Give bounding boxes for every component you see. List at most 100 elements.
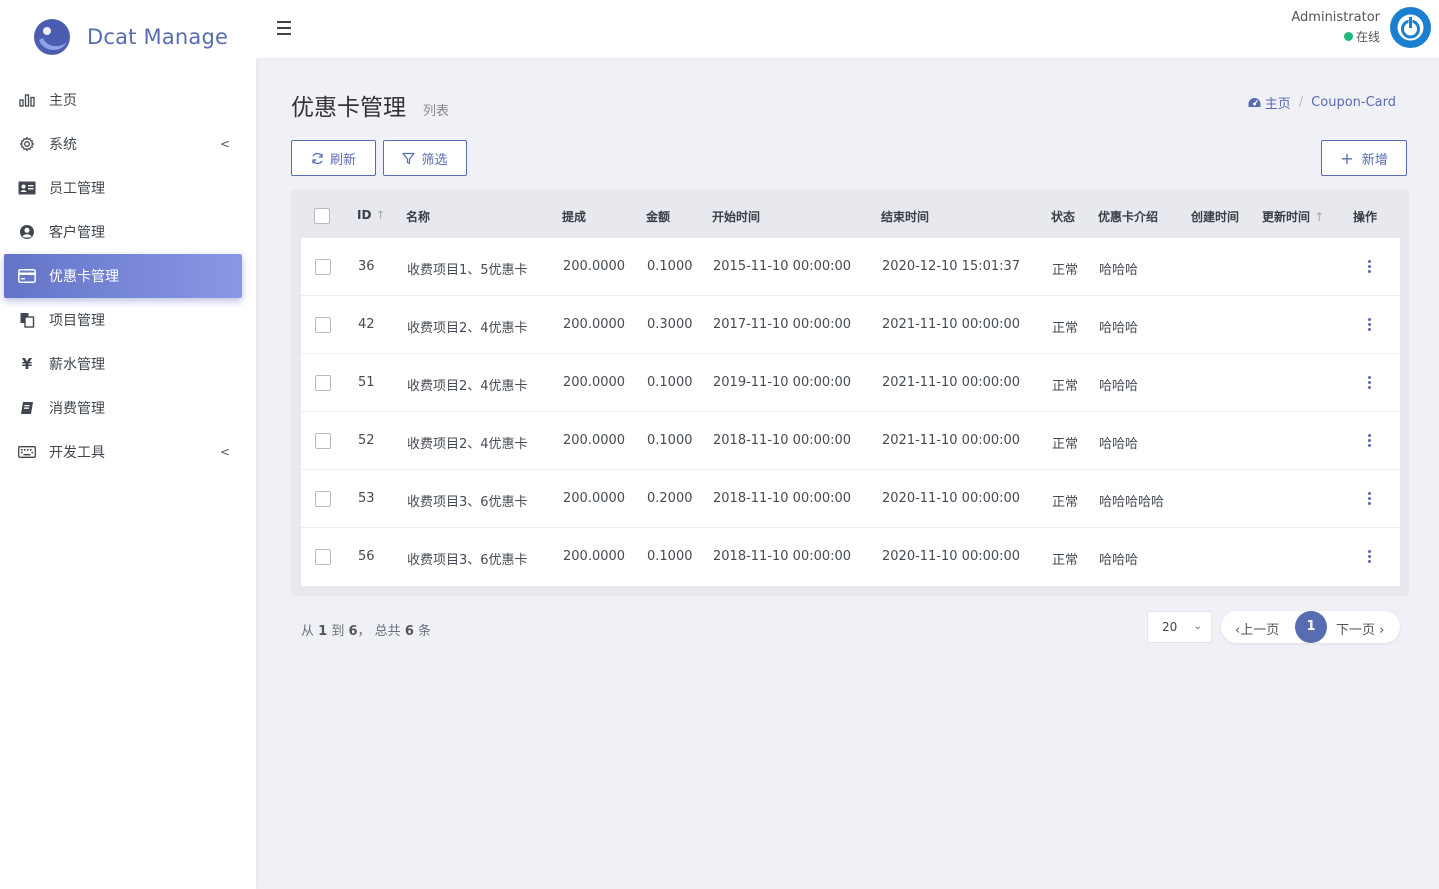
avatar[interactable] (1390, 7, 1431, 48)
table-body: 36 收费项目1、5优惠卡 200.0000 0.1000 2015-11-10 00:… (301, 238, 1400, 586)
select-all-checkbox[interactable] (314, 208, 330, 224)
table-row[interactable]: 56 收费项目3、6优惠卡 200.0000 0.1000 2018-11-10 00:… (301, 528, 1400, 586)
row-actions-icon[interactable] (1368, 260, 1372, 274)
cell-name: 收费项目2、4优惠卡 (407, 437, 528, 452)
user-status: 在线 (1291, 28, 1380, 45)
cell-status: 正常 (1052, 553, 1079, 568)
filter-button[interactable]: 筛选 (383, 140, 467, 176)
refresh-button[interactable]: 刷新 (291, 140, 376, 176)
pagination: ‹上一页 1 下一页 › (1221, 611, 1400, 643)
gear-icon (17, 134, 37, 154)
cell-end: 2021-11-10 00:00:00 (882, 375, 1021, 390)
col-id[interactable]: ID ↑ (357, 208, 386, 222)
table-header: ID ↑ 名称 提成 金额 开始时间 结束时间 状态 优惠卡介绍 创建时间 更新… (291, 190, 1409, 238)
menu-toggle-icon[interactable] (277, 17, 291, 37)
per-page-select[interactable]: 20 ⌄ (1147, 611, 1212, 643)
page-title: 优惠卡管理 (291, 95, 406, 121)
cell-status: 正常 (1052, 379, 1079, 394)
cell-start: 2018-11-10 00:00:00 (713, 491, 852, 506)
page-1-button[interactable]: 1 (1295, 611, 1327, 643)
cell-end: 2020-11-10 00:00:00 (882, 549, 1021, 564)
table-row[interactable]: 51 收费项目2、4优惠卡 200.0000 0.1000 2019-11-10 00:… (301, 354, 1400, 412)
sidebar-item-projects[interactable]: 项目管理 (0, 298, 256, 342)
row-actions-icon[interactable] (1368, 492, 1372, 506)
chevron-left-icon[interactable]: < (220, 445, 230, 459)
sidebar-item-dev-tools[interactable]: 开发工具 < (0, 430, 256, 474)
plus-icon: + (1340, 148, 1354, 168)
col-status: 状态 (1051, 210, 1076, 224)
cell-end: 2020-12-10 15:01:37 (882, 259, 1021, 274)
refresh-button-label: 刷新 (329, 152, 356, 168)
cell-start: 2015-11-10 00:00:00 (713, 259, 852, 274)
row-checkbox[interactable] (315, 317, 331, 333)
sidebar-item-consumption[interactable]: 消费管理 (0, 386, 256, 430)
cell-name: 收费项目1、5优惠卡 (407, 263, 528, 278)
yen-icon: ¥ (21, 355, 33, 373)
cell-commission: 200.0000 (563, 549, 626, 564)
table-row[interactable]: 42 收费项目2、4优惠卡 200.0000 0.3000 2017-11-10 00:… (301, 296, 1400, 354)
row-checkbox[interactable] (315, 491, 331, 507)
row-actions-icon[interactable] (1368, 434, 1372, 448)
table-row[interactable]: 53 收费项目3、6优惠卡 200.0000 0.2000 2018-11-10 00:… (301, 470, 1400, 528)
col-created-at: 创建时间 (1191, 210, 1240, 224)
sort-icon[interactable]: ↑ (376, 208, 386, 222)
prev-page-button[interactable]: ‹上一页 (1235, 619, 1279, 638)
cell-status: 正常 (1052, 437, 1079, 452)
sidebar-item-coupon-cards[interactable]: 优惠卡管理 (4, 254, 242, 298)
cell-end: 2020-11-10 00:00:00 (882, 491, 1021, 506)
sort-icon[interactable]: ↑ (1314, 210, 1324, 224)
table-card: ID ↑ 名称 提成 金额 开始时间 结束时间 状态 优惠卡介绍 创建时间 更新… (291, 190, 1409, 596)
cell-status: 正常 (1052, 321, 1079, 336)
cell-intro: 哈哈哈 (1099, 379, 1139, 394)
cell-start: 2019-11-10 00:00:00 (713, 375, 852, 390)
col-commission: 提成 (562, 210, 587, 224)
filter-icon (402, 152, 416, 165)
table-row[interactable]: 36 收费项目1、5优惠卡 200.0000 0.1000 2015-11-10 00:… (301, 238, 1400, 296)
cell-amount: 0.3000 (647, 317, 693, 332)
row-checkbox[interactable] (315, 433, 331, 449)
cell-end: 2021-11-10 00:00:00 (882, 433, 1021, 448)
breadcrumb-current[interactable]: Coupon-Card (1311, 95, 1396, 110)
add-button[interactable]: + 新增 (1321, 140, 1407, 176)
col-updated-at[interactable]: 更新时间 ↑ (1262, 208, 1324, 225)
filter-button-label: 筛选 (421, 152, 448, 168)
cell-name: 收费项目3、6优惠卡 (407, 495, 528, 510)
cell-start: 2018-11-10 00:00:00 (713, 549, 852, 564)
row-checkbox[interactable] (315, 549, 331, 565)
sidebar-item-salary[interactable]: ¥ 薪水管理 (0, 342, 256, 386)
cell-id: 42 (358, 317, 375, 332)
cell-id: 52 (358, 433, 375, 448)
page-subtitle: 列表 (423, 104, 450, 119)
sidebar-item-label: 员工管理 (49, 181, 105, 197)
cell-intro: 哈哈哈 (1099, 437, 1139, 452)
col-actions: 操作 (1353, 210, 1378, 224)
row-actions-icon[interactable] (1368, 318, 1372, 332)
table-row[interactable]: 52 收费项目2、4优惠卡 200.0000 0.1000 2018-11-10 00:… (301, 412, 1400, 470)
cell-name: 收费项目3、6优惠卡 (407, 553, 528, 568)
user-status-text: 在线 (1355, 30, 1380, 44)
sidebar-item-employees[interactable]: 员工管理 (0, 166, 256, 210)
next-page-button[interactable]: 下一页 › (1336, 619, 1384, 638)
row-checkbox[interactable] (315, 259, 331, 275)
sidebar-item-label: 客户管理 (49, 225, 105, 241)
col-end-time: 结束时间 (881, 210, 930, 224)
brand[interactable]: Dcat Manage (0, 0, 256, 74)
sidebar-menu: 主页系统 < 员工管理客户管理优惠卡管理项目管理 ¥ 薪水管理 消费管理 开发工具 < (0, 78, 256, 474)
per-page-value: 20 (1162, 620, 1178, 634)
sidebar-item-system[interactable]: 系统 < (0, 122, 256, 166)
row-checkbox[interactable] (315, 375, 331, 391)
cell-amount: 0.1000 (647, 375, 693, 390)
cell-commission: 200.0000 (563, 317, 626, 332)
cell-start: 2018-11-10 00:00:00 (713, 433, 852, 448)
row-actions-icon[interactable] (1368, 376, 1372, 390)
sidebar-item-label: 项目管理 (49, 313, 105, 329)
sidebar-item-customers[interactable]: 客户管理 (0, 210, 256, 254)
row-actions-icon[interactable] (1368, 550, 1372, 564)
chevron-left-icon[interactable]: < (220, 137, 230, 151)
user-panel[interactable]: Administrator 在线 (1291, 7, 1431, 48)
breadcrumb-home[interactable]: 主页 (1265, 93, 1291, 112)
user-circle-icon (17, 222, 37, 242)
keyboard-icon (17, 442, 37, 462)
sidebar-item-label: 主页 (49, 93, 77, 109)
sidebar-item-home[interactable]: 主页 (0, 78, 256, 122)
